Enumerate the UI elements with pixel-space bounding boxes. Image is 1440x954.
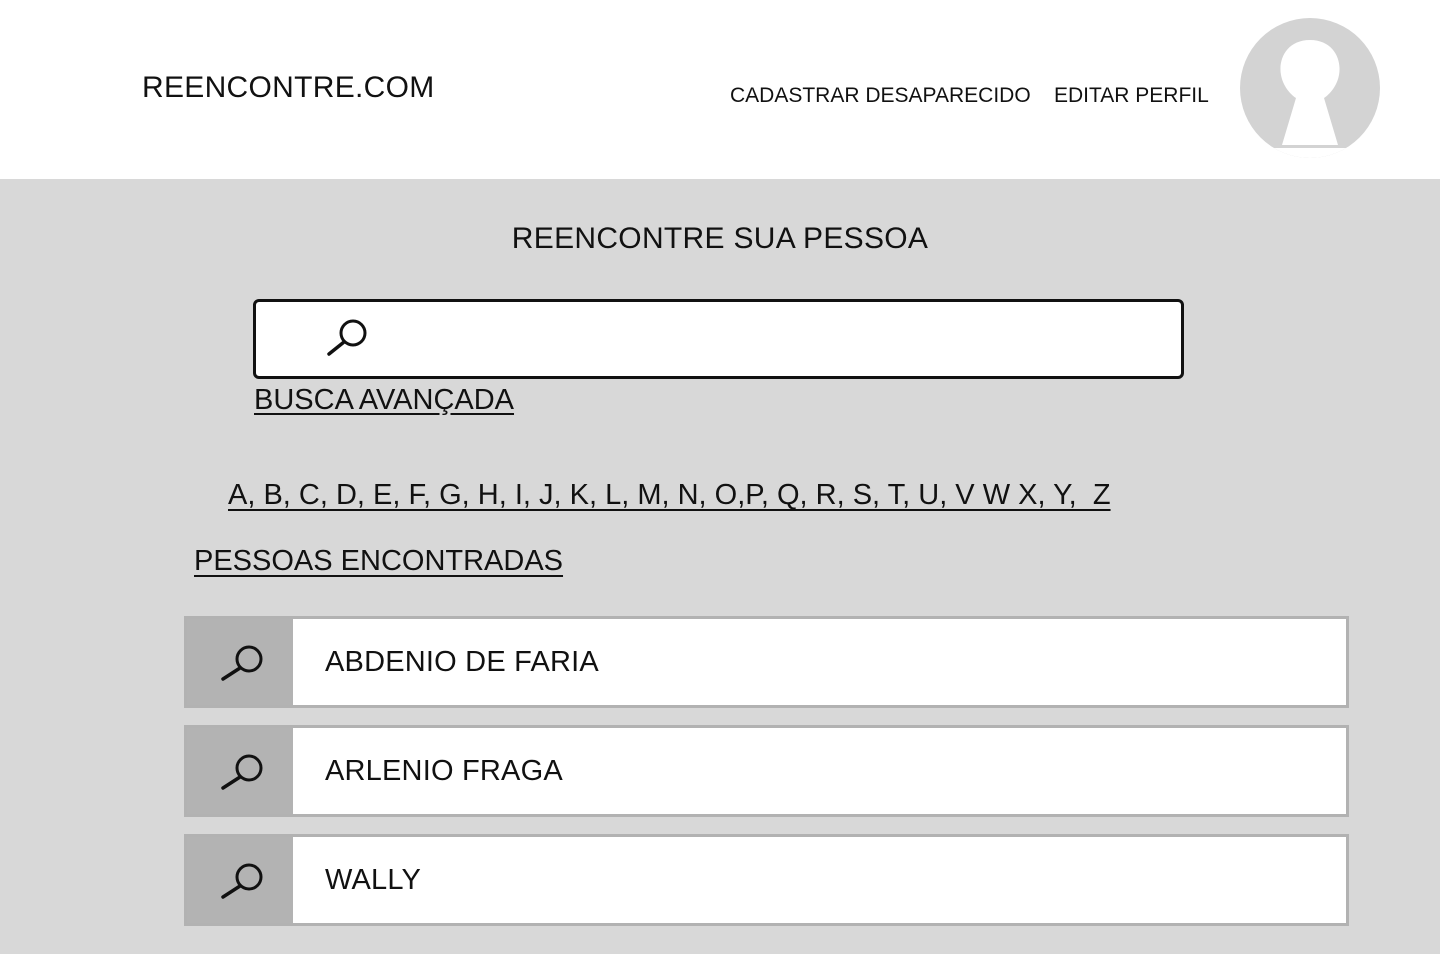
search-icon[interactable]	[187, 619, 293, 705]
search-input[interactable]	[386, 310, 1160, 370]
user-avatar-icon[interactable]	[1240, 18, 1380, 158]
page-title: REENCONTRE SUA PESSOA	[511, 222, 929, 255]
list-item[interactable]: WALLY	[184, 834, 1349, 926]
list-item[interactable]: ABDENIO DE FARIA	[184, 616, 1349, 708]
nav-register-missing-link[interactable]: CADASTRAR DESAPARECIDO	[730, 84, 1031, 108]
search-icon[interactable]	[187, 837, 293, 923]
result-name[interactable]: ABDENIO DE FARIA	[325, 646, 599, 679]
result-name[interactable]: ARLENIO FRAGA	[325, 755, 563, 788]
search-icon[interactable]	[324, 318, 372, 358]
search-box[interactable]	[253, 299, 1184, 379]
search-icon[interactable]	[187, 728, 293, 814]
alphabet-filter[interactable]: A, B, C, D, E, F, G, H, I, J, K, L, M, N…	[228, 479, 1111, 512]
header: REENCONTRE.COM CADASTRAR DESAPARECIDO ED…	[0, 0, 1440, 179]
list-item[interactable]: ARLENIO FRAGA	[184, 725, 1349, 817]
result-name[interactable]: WALLY	[325, 864, 421, 897]
results-list: ABDENIO DE FARIA ARLENIO FRAGA WALLY	[184, 616, 1349, 943]
brand-logo-text[interactable]: REENCONTRE.COM	[142, 71, 435, 105]
results-title[interactable]: PESSOAS ENCONTRADAS	[194, 545, 563, 578]
nav-edit-profile-link[interactable]: EDITAR PERFIL	[1054, 84, 1209, 108]
advanced-search-link[interactable]: BUSCA AVANÇADA	[254, 384, 514, 417]
